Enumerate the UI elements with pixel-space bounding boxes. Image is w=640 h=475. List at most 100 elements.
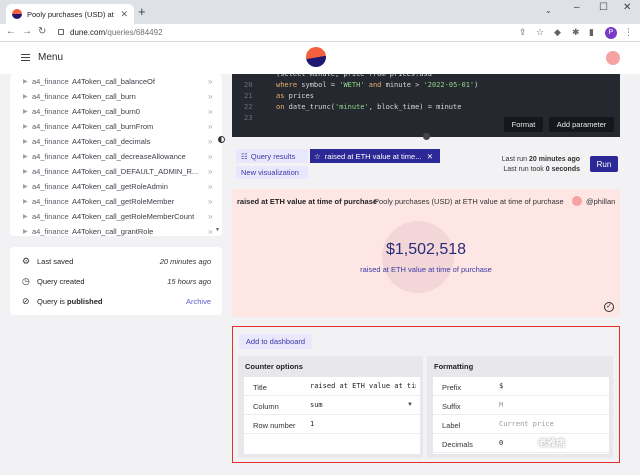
code-line[interactable]: (select minute, price from prices.usd [232, 74, 620, 81]
last-saved-value: 20 minutes ago [159, 257, 211, 266]
insert-table-icon[interactable]: » [208, 152, 212, 161]
line-number: 23 [244, 114, 253, 122]
table-row[interactable]: ▶ a4_finance A4Token_call_burn » [10, 89, 222, 104]
insert-table-icon[interactable]: » [208, 92, 212, 101]
option-field-label: Label Current price [433, 415, 609, 434]
tab-query-results[interactable]: ☷ Query results [236, 149, 308, 163]
option-field-input[interactable]: 1 [310, 420, 416, 428]
dune-logo[interactable] [306, 47, 326, 67]
option-field-title: Title raised at ETH value at time of purc… [244, 377, 420, 396]
table-row[interactable]: ▶ a4_finance A4Token_call_grantRole » [10, 224, 222, 236]
maximize-icon[interactable]: ☐ [599, 2, 608, 13]
scroll-down-arrow-icon[interactable]: ▼ [215, 227, 220, 233]
expand-arrow-icon[interactable]: ▶ [23, 183, 28, 190]
watermark-text: 老雅痞 [538, 438, 566, 448]
table-row[interactable]: ▶ a4_finance A4Token_call_balanceOf » [10, 74, 222, 89]
add-to-dashboard-button[interactable]: Add to dashboard [239, 334, 312, 349]
table-row[interactable]: ▶ a4_finance A4Token_call_getRoleAdmin » [10, 179, 222, 194]
code-line[interactable]: 22 on date_trunc('minute', block_time) = … [232, 103, 620, 114]
add-parameter-button[interactable]: Add parameter [549, 117, 614, 132]
table-row[interactable]: ▶ a4_finance A4Token_call_decreaseAllowanc… [10, 149, 222, 164]
option-field-label: Column [253, 402, 279, 411]
table-row[interactable]: ▶ a4_finance A4Token_call_burnFrom » [10, 119, 222, 134]
table-row[interactable]: ▶ a4_finance A4Token_call_decimals » [10, 134, 222, 149]
metamask-extension-icon[interactable]: ◆ [554, 27, 561, 38]
reload-icon[interactable]: ↻ [38, 26, 46, 37]
user-avatar[interactable] [606, 51, 620, 65]
visualization-title: raised at ETH value at time of purchase [237, 197, 378, 206]
minimize-icon[interactable]: – [574, 2, 580, 13]
archive-link[interactable]: Archive [186, 297, 211, 306]
code-text: (select minute, price from prices.usd [276, 74, 432, 78]
option-field-input[interactable]: sum [310, 401, 416, 409]
last-run-info: Last run 20 minutes ago Last run took 0 … [490, 155, 580, 175]
expand-arrow-icon[interactable]: ▶ [23, 78, 28, 85]
table-row[interactable]: ▶ a4_finance A4Token_call_getRoleMember » [10, 194, 222, 209]
expand-arrow-icon[interactable]: ▶ [23, 168, 28, 175]
expand-arrow-icon[interactable]: ▶ [23, 228, 28, 235]
last-run-value: 20 minutes ago [529, 156, 580, 163]
last-run-took-line: Last run took 0 seconds [490, 165, 580, 175]
extensions-puzzle-icon[interactable]: ✱ [572, 27, 580, 38]
expand-arrow-icon[interactable]: ▶ [23, 138, 28, 145]
table-name: A4Token_call_getRoleMemberCount [72, 212, 195, 221]
expand-arrow-icon[interactable]: ▶ [23, 153, 28, 160]
table-row[interactable]: ▶ a4_finance A4Token_call_DEFAULT_ADMIN_R.… [10, 164, 222, 179]
insert-table-icon[interactable]: » [208, 137, 212, 146]
code-token: symbol = [297, 81, 340, 89]
option-field-input[interactable]: $ [499, 382, 605, 390]
check-circle-icon[interactable]: ✓ [604, 302, 614, 312]
close-window-icon[interactable]: ✕ [623, 2, 631, 13]
option-field-column: Column sum ▼ [244, 396, 420, 415]
forward-arrow-icon[interactable]: → [22, 26, 32, 37]
back-arrow-icon[interactable]: ← [6, 26, 16, 37]
format-button[interactable]: Format [504, 117, 543, 132]
url-host: dune.com [70, 28, 106, 37]
profile-avatar[interactable]: P [605, 27, 617, 39]
side-panel-icon[interactable]: ▮ [589, 27, 594, 38]
close-tab-visualization-icon[interactable]: ✕ [427, 152, 433, 161]
insert-table-icon[interactable]: » [208, 122, 212, 131]
gear-icon: ⚙ [22, 256, 31, 266]
browser-tab[interactable]: Pooly purchases (USD) at ETH va ✕ [6, 4, 134, 24]
app-header: Menu [0, 42, 640, 74]
expand-arrow-icon[interactable]: ▶ [23, 93, 28, 100]
menu-label[interactable]: Menu [38, 52, 63, 63]
expand-arrow-icon[interactable]: ▶ [23, 123, 28, 130]
insert-table-icon[interactable]: » [208, 212, 212, 221]
table-row[interactable]: ▶ a4_finance A4Token_call_burn0 » [10, 104, 222, 119]
option-field-input[interactable]: raised at ETH value at time of purchase [310, 382, 416, 390]
owner-username[interactable]: @phillan [586, 197, 615, 206]
hamburger-menu-icon[interactable] [21, 54, 30, 61]
new-tab-icon[interactable]: + [138, 5, 146, 19]
code-line[interactable]: 21 as prices [232, 92, 620, 103]
new-visualization-button[interactable]: New visualization [236, 166, 308, 179]
expand-arrow-icon[interactable]: ▶ [23, 213, 28, 220]
insert-table-icon[interactable]: » [208, 227, 212, 236]
option-field-input[interactable]: Current price [499, 420, 605, 428]
lock-icon[interactable] [58, 29, 64, 35]
insert-table-icon[interactable]: » [208, 77, 212, 86]
editor-resize-handle[interactable] [423, 133, 430, 140]
share-icon[interactable]: ⇪ [519, 27, 527, 38]
run-button[interactable]: Run [590, 156, 618, 172]
insert-table-icon[interactable]: » [208, 197, 212, 206]
address-bar[interactable]: dune.com/queries/684492 [70, 28, 163, 37]
browser-menu-icon[interactable]: ⋮ [624, 27, 633, 38]
table-row[interactable]: ▶ a4_finance A4Token_call_getRoleMemberCou… [10, 209, 222, 224]
tab-search-icon[interactable]: ⌄ [545, 6, 552, 15]
table-name: A4Token_call_burn [72, 92, 136, 101]
bookmark-star-icon[interactable]: ☆ [536, 27, 544, 38]
close-tab-icon[interactable]: ✕ [120, 9, 128, 20]
option-field-input[interactable]: M [499, 401, 605, 409]
insert-table-icon[interactable]: » [208, 107, 212, 116]
panel-resize-handle[interactable] [218, 136, 225, 143]
insert-table-icon[interactable]: » [208, 167, 212, 176]
code-line[interactable]: 20 where symbol = 'WETH' and minute > '20… [232, 81, 620, 92]
tab-counter-visualization[interactable]: ☆ raised at ETH value at time... ✕ [310, 149, 440, 163]
insert-table-icon[interactable]: » [208, 182, 212, 191]
expand-arrow-icon[interactable]: ▶ [23, 198, 28, 205]
formatting-fields: Prefix $ Suffix M Label Current price Decimals… [433, 377, 609, 454]
caret-down-icon[interactable]: ▼ [407, 402, 413, 408]
expand-arrow-icon[interactable]: ▶ [23, 108, 28, 115]
